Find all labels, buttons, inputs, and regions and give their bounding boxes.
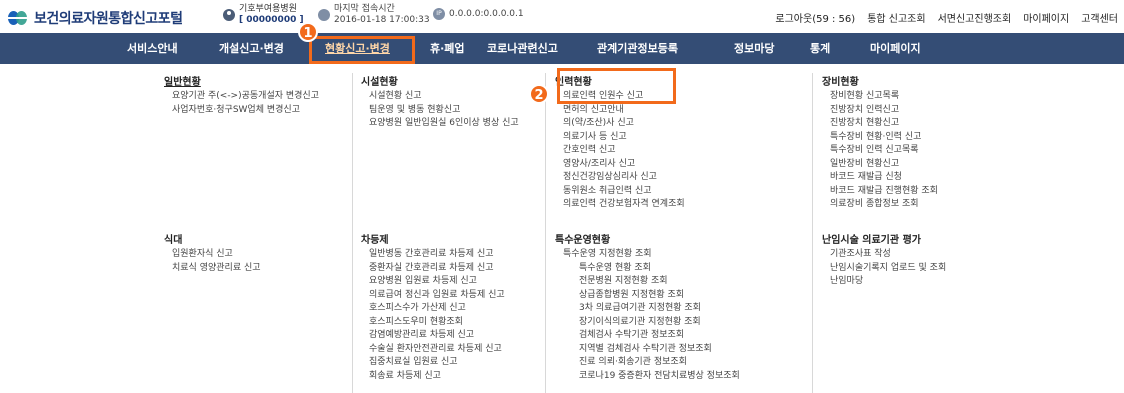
user-id: [ 00000000 ]: [239, 15, 304, 25]
user-info: 기호부여용병원 [ 00000000 ]: [223, 4, 304, 26]
menu-item[interactable]: 요양병원 일반입원실 6인이상 병상 신고: [361, 117, 519, 131]
menu-item[interactable]: 특수운영 지정현황 조회: [555, 248, 740, 262]
menu-item[interactable]: 수술실 환자안전관리료 차등제 신고: [361, 343, 505, 357]
step-badge-2: 2: [529, 84, 549, 104]
menu-subitem[interactable]: 진료 의뢰·회송기관 정보조회: [555, 356, 740, 370]
ip-address: 0.0.0.0:0.0.0.0.1: [449, 9, 524, 19]
menu-item[interactable]: 간호인력 신고: [555, 144, 685, 158]
menu-item[interactable]: 영양사/조리사 신고: [555, 158, 685, 172]
menu-item[interactable]: 바코드 재발급 신청: [822, 171, 938, 185]
integrated-report-link[interactable]: 통합 신고조회: [867, 10, 925, 25]
menu-item[interactable]: 호스피스수가 가산제 신고: [361, 302, 505, 316]
menu-item[interactable]: 장비현황 신고목록: [822, 90, 938, 104]
menu-subitem[interactable]: 검체검사 수탁기관 정보조회: [555, 329, 740, 343]
nav-closure[interactable]: 휴·폐업: [430, 33, 465, 64]
menu-item[interactable]: 회송료 차등제 신고: [361, 370, 505, 384]
menu-subitem[interactable]: 코로나19 중증환자 전담치료병상 정보조회: [555, 370, 740, 384]
menu-item[interactable]: 기관조사표 작성: [822, 248, 946, 262]
user-org: 기호부여용병원: [239, 4, 297, 14]
last-access-info: 마지막 접속시간 2016-01-18 17:00:33: [318, 4, 430, 26]
site-logo[interactable]: 보건의료자원통합신고포털: [8, 8, 183, 28]
menu-column-3-group-2: 특수운영현황 특수운영 지정현황 조회 특수운영 현황 조회 전문병원 지정현황…: [555, 233, 740, 383]
menu-item[interactable]: 중환자실 간호관리료 차등제 신고: [361, 262, 505, 276]
menu-item[interactable]: 호스피스도우미 현황조회: [361, 316, 505, 330]
user-icon: [223, 9, 235, 21]
menu-item[interactable]: 난임시술기록지 업로드 및 조회: [822, 262, 946, 276]
menu-group-title[interactable]: 특수운영현황: [555, 233, 740, 248]
menu-subitem[interactable]: 전문병원 지정현황 조회: [555, 275, 740, 289]
logout-link[interactable]: 로그아웃(59 : 56): [775, 10, 855, 25]
menu-item[interactable]: 시설현황 신고: [361, 90, 519, 104]
last-access-time: 2016-01-18 17:00:33: [334, 15, 430, 25]
top-links: 로그아웃(59 : 56) 통합 신고조회 서면신고진행조회 마이페이지 고객센…: [775, 10, 1118, 25]
ip-icon: IP: [433, 8, 445, 20]
nav-service-info[interactable]: 서비스안내: [127, 33, 178, 64]
active-nav-highlight: [309, 36, 415, 64]
top-bar: 보건의료자원통합신고포털 기호부여용병원 [ 00000000 ] 마지막 접속…: [0, 0, 1124, 33]
logo-icon: [8, 9, 28, 27]
staff-menu-highlight: [557, 68, 676, 104]
logo-text: 보건의료자원통합신고포털: [34, 11, 183, 27]
menu-item[interactable]: 의료기사 등 신고: [555, 131, 685, 145]
menu-item[interactable]: 사업자번호·청구SW업체 변경신고: [164, 104, 319, 118]
menu-item[interactable]: 면허의 신고안내: [555, 104, 685, 118]
menu-group-title[interactable]: 난임시술 의료기관 평가: [822, 233, 946, 248]
main-nav: 서비스안내 개설신고·변경 현황신고·변경 휴·폐업 코로나관련신고 관계기관정…: [0, 33, 1124, 64]
column-divider: [812, 73, 813, 393]
nav-mypage[interactable]: 마이페이지: [870, 33, 921, 64]
menu-column-4-group-2: 난임시술 의료기관 평가 기관조사표 작성 난임시술기록지 업로드 및 조회 난…: [822, 233, 946, 289]
menu-item[interactable]: 특수장비 인력 신고목록: [822, 144, 938, 158]
column-divider: [545, 73, 546, 393]
nav-establishment[interactable]: 개설신고·변경: [219, 33, 284, 64]
mypage-link[interactable]: 마이페이지: [1023, 10, 1069, 25]
menu-item[interactable]: 바코드 재발급 진행현황 조회: [822, 185, 938, 199]
menu-item[interactable]: 동위원소 취급인력 신고: [555, 185, 685, 199]
nav-info-hub[interactable]: 정보마당: [734, 33, 774, 64]
menu-group-title[interactable]: 식대: [164, 233, 261, 248]
menu-column-2-group-2: 차등제 일반병동 간호관리료 차등제 신고 중환자실 간호관리료 차등제 신고 …: [361, 233, 505, 383]
nav-stats[interactable]: 통계: [810, 33, 830, 64]
menu-item[interactable]: 치료식 영양관리료 신고: [164, 262, 261, 276]
menu-item[interactable]: 진방장치 현황신고: [822, 117, 938, 131]
nav-agency-info[interactable]: 관계기관정보등록: [597, 33, 678, 64]
menu-subitem[interactable]: 지역별 검체검사 수탁기관 정보조회: [555, 343, 740, 357]
menu-item[interactable]: 집중치료실 입원료 신고: [361, 356, 505, 370]
last-access-label: 마지막 접속시간: [334, 4, 395, 14]
menu-item[interactable]: 팀운영 및 병동 현황신고: [361, 104, 519, 118]
menu-column-1-group-2: 식대 입원환자식 신고 치료식 영양관리료 신고: [164, 233, 261, 275]
menu-item[interactable]: 요양기관 주(<->)공동개설자 변경신고: [164, 90, 319, 104]
menu-item[interactable]: 일반병동 간호관리료 차등제 신고: [361, 248, 505, 262]
nav-covid[interactable]: 코로나관련신고: [487, 33, 558, 64]
menu-column-1: 일반현황 요양기관 주(<->)공동개설자 변경신고 사업자번호·청구SW업체 …: [164, 75, 319, 117]
menu-subitem[interactable]: 특수운영 현황 조회: [555, 262, 740, 276]
menu-item[interactable]: 감염예방관리료 차등제 신고: [361, 329, 505, 343]
menu-group-title[interactable]: 시설현황: [361, 75, 519, 90]
menu-column-4: 장비현황 장비현황 신고목록 진방장치 인력신고 진방장치 현황신고 특수장비 …: [822, 75, 938, 212]
menu-item[interactable]: 의료장비 종합정보 조회: [822, 198, 938, 212]
menu-column-2: 시설현황 시설현황 신고 팀운영 및 병동 현황신고 요양병원 일반입원실 6인…: [361, 75, 519, 131]
menu-subitem[interactable]: 상급종합병원 지정현황 조회: [555, 289, 740, 303]
menu-subitem[interactable]: 장기이식의료기관 지정현황 조회: [555, 316, 740, 330]
menu-group-title[interactable]: 일반현황: [164, 75, 319, 90]
menu-subitem[interactable]: 3차 의료급여기관 지정현황 조회: [555, 302, 740, 316]
menu-item[interactable]: 일반장비 현황신고: [822, 158, 938, 172]
menu-item[interactable]: 정신건강임상심리사 신고: [555, 171, 685, 185]
column-divider: [352, 73, 353, 393]
menu-group-title[interactable]: 차등제: [361, 233, 505, 248]
written-report-link[interactable]: 서면신고진행조회: [938, 10, 1012, 25]
menu-item[interactable]: 진방장치 인력신고: [822, 104, 938, 118]
menu-item[interactable]: 의(약/조산)사 신고: [555, 117, 685, 131]
menu-group-title[interactable]: 장비현황: [822, 75, 938, 90]
customer-center-link[interactable]: 고객센터: [1081, 10, 1118, 25]
step-badge-1: 1: [298, 22, 318, 42]
ip-info: IP 0.0.0.0:0.0.0.0.1: [433, 8, 524, 20]
menu-item[interactable]: 입원환자식 신고: [164, 248, 261, 262]
clock-icon: [318, 9, 330, 21]
menu-item[interactable]: 의료급여 정신과 입원료 차등제 신고: [361, 289, 505, 303]
menu-item[interactable]: 특수장비 현황·인력 신고: [822, 131, 938, 145]
menu-item[interactable]: 요양병원 입원료 차등제 신고: [361, 275, 505, 289]
menu-item[interactable]: 난임마당: [822, 275, 946, 289]
menu-item[interactable]: 의료인력 건강보험자격 연계조회: [555, 198, 685, 212]
